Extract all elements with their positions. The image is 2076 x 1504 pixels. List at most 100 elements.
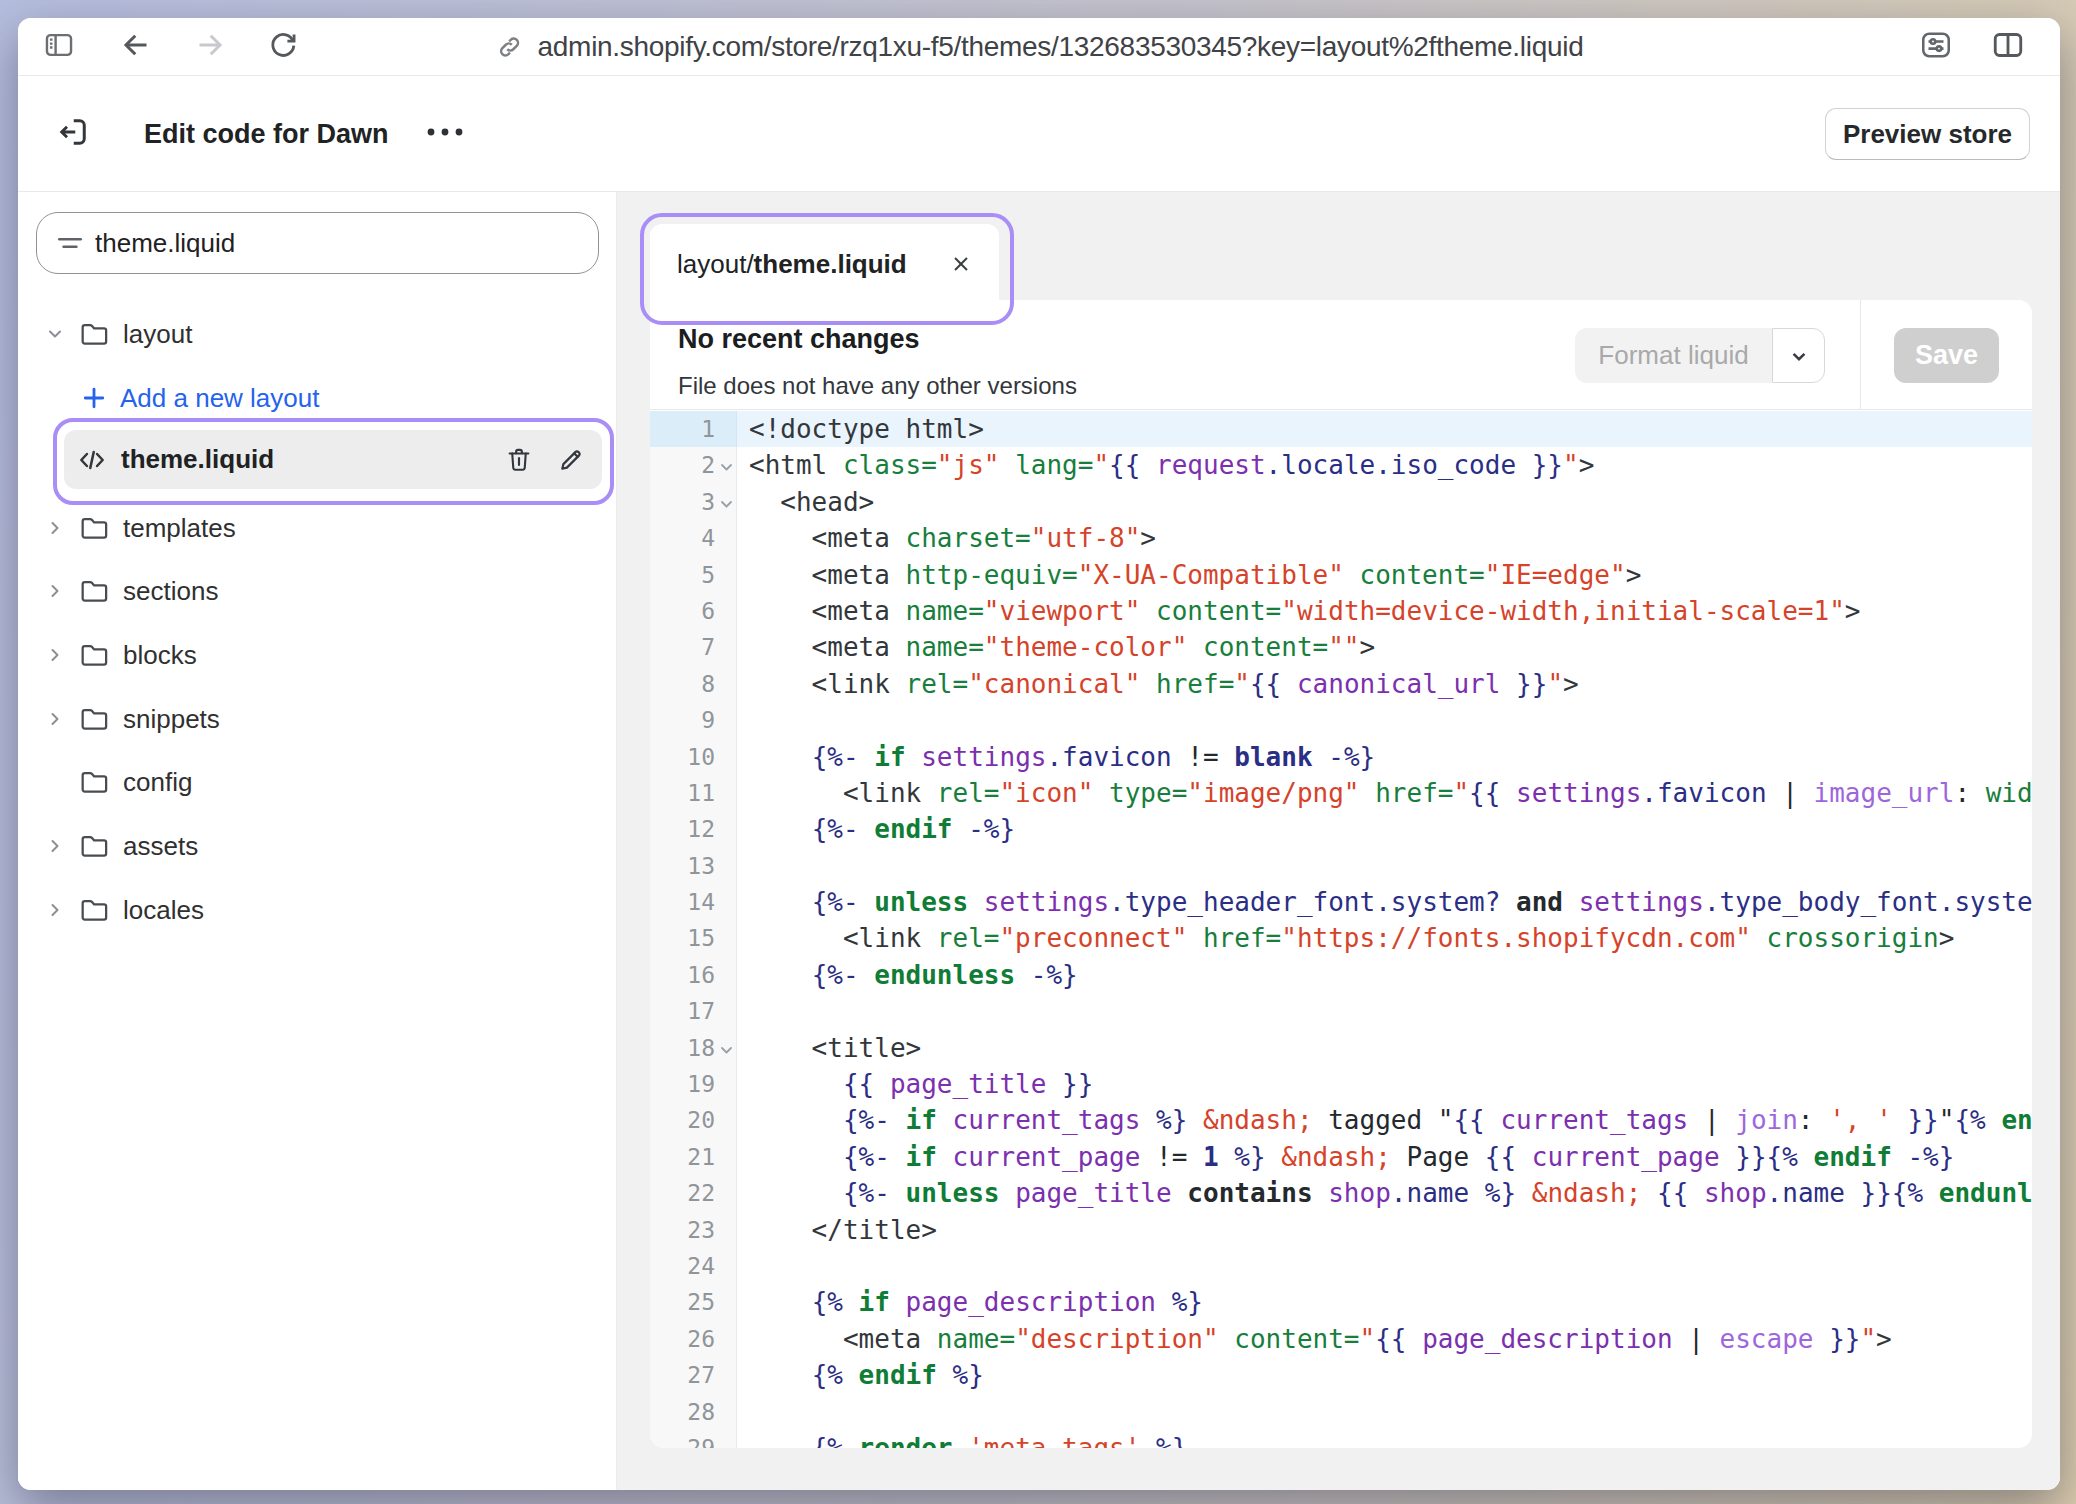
line-number: 9	[650, 702, 715, 738]
line-content: <link rel="preconnect" href="https://fon…	[749, 920, 2032, 956]
code-line[interactable]: 8 <link rel="canonical" href="{{ canonic…	[650, 666, 2032, 702]
code-line[interactable]: 18 <title>	[650, 1030, 2032, 1066]
tab-close-icon[interactable]	[948, 251, 974, 277]
delete-icon[interactable]	[504, 445, 534, 475]
code-line[interactable]: 6 <meta name="viewport" content="width=d…	[650, 593, 2032, 629]
chevron-right-icon[interactable]	[45, 709, 65, 729]
code-line[interactable]: 13	[650, 848, 2032, 884]
line-content: <meta name="description" content="{{ pag…	[749, 1321, 2032, 1357]
code-line[interactable]: 3 <head>	[650, 484, 2032, 520]
back-icon[interactable]	[118, 27, 154, 67]
sidebar-item-templates[interactable]: templates	[18, 506, 616, 550]
fold-toggle-icon[interactable]	[718, 495, 735, 514]
editor-area: layout/theme.liquid No recent changes Fi…	[617, 192, 2060, 1490]
chevron-right-icon[interactable]	[45, 645, 65, 665]
reload-icon[interactable]	[266, 28, 300, 66]
code-editor[interactable]: 1<!doctype html>2 <html class="js" lang="…	[650, 411, 2032, 1448]
line-content: <title>	[749, 1030, 2032, 1066]
code-line[interactable]: 7 <meta name="theme-color" content="">	[650, 629, 2032, 665]
code-line[interactable]: 24	[650, 1248, 2032, 1284]
sidebar-item-assets[interactable]: assets	[18, 824, 616, 868]
sidebar-item-snippets[interactable]: snippets	[18, 697, 616, 741]
code-line[interactable]: 23 </title>	[650, 1212, 2032, 1248]
chevron-down-icon[interactable]	[45, 324, 65, 344]
sidebar-toggle-icon[interactable]	[42, 28, 76, 66]
file-label: theme.liquid	[121, 444, 274, 475]
code-line[interactable]: 9	[650, 702, 2032, 738]
exit-icon[interactable]	[55, 114, 91, 154]
preview-store-button[interactable]: Preview store	[1825, 108, 2030, 160]
line-content: <html class="js" lang="{{ request.locale…	[749, 447, 2032, 483]
sidebar-item-add-layout[interactable]: Add a new layout	[18, 376, 616, 420]
save-button[interactable]: Save	[1894, 328, 1999, 383]
code-line[interactable]: 12 {%- endif -%}	[650, 811, 2032, 847]
code-line[interactable]: 26 <meta name="description" content="{{ …	[650, 1321, 2032, 1357]
chevron-right-icon[interactable]	[45, 581, 65, 601]
code-line[interactable]: 1<!doctype html>	[650, 411, 2032, 447]
line-number: 12	[650, 811, 715, 847]
sidebar-item-locales[interactable]: locales	[18, 888, 616, 932]
sidebar-item-sections[interactable]: sections	[18, 569, 616, 613]
line-content: <!doctype html>	[749, 411, 2032, 447]
add-layout-label: Add a new layout	[120, 383, 319, 414]
code-line[interactable]: 14 {%- unless settings.type_header_font.…	[650, 884, 2032, 920]
folder-label: locales	[123, 895, 204, 926]
code-line[interactable]: 27 {% endif %}	[650, 1357, 2032, 1393]
chevron-right-icon[interactable]	[45, 518, 65, 538]
split-view-icon[interactable]	[1990, 27, 2026, 67]
code-line[interactable]: 16 {%- endunless -%}	[650, 957, 2032, 993]
code-line[interactable]: 15 <link rel="preconnect" href="https://…	[650, 920, 2032, 956]
code-line[interactable]: 22 {%- unless page_title contains shop.n…	[650, 1175, 2032, 1211]
format-liquid-button[interactable]: Format liquid	[1575, 328, 1825, 383]
sidebar-item-layout[interactable]: layout	[18, 312, 616, 356]
code-line[interactable]: 19 {{ page_title }}	[650, 1066, 2032, 1102]
sidebar-item-blocks[interactable]: blocks	[18, 633, 616, 677]
line-content: {%- if current_tags %} &ndash; tagged "{…	[749, 1102, 2032, 1138]
code-line[interactable]: 28	[650, 1394, 2032, 1430]
line-content: <meta http-equiv="X-UA-Compatible" conte…	[749, 557, 2032, 593]
sidebar-item-config[interactable]: config	[18, 760, 616, 804]
line-content: <meta name="theme-color" content="">	[749, 629, 2032, 665]
fold-toggle-icon[interactable]	[718, 458, 735, 477]
line-number: 3	[650, 484, 715, 520]
browser-toolbar: admin.shopify.com/store/rzq1xu-f5/themes…	[18, 18, 2060, 76]
chevron-right-icon[interactable]	[45, 836, 65, 856]
line-number: 18	[650, 1030, 715, 1066]
status-title: No recent changes	[678, 324, 920, 355]
code-line[interactable]: 17	[650, 993, 2032, 1029]
line-content: </title>	[749, 1212, 2032, 1248]
code-line[interactable]: 5 <meta http-equiv="X-UA-Compatible" con…	[650, 557, 2032, 593]
editor-panel: No recent changes File does not have any…	[650, 300, 2032, 1448]
folder-label: config	[123, 767, 192, 798]
line-number: 5	[650, 557, 715, 593]
line-number: 27	[650, 1357, 715, 1393]
code-line[interactable]: 25 {% if page_description %}	[650, 1284, 2032, 1320]
code-line[interactable]: 29 {% render 'meta-tags' %}	[650, 1430, 2032, 1448]
sidebar-item-theme-liquid[interactable]: theme.liquid	[64, 430, 602, 489]
browser-settings-icon[interactable]	[1918, 27, 1954, 67]
format-dropdown-button[interactable]	[1772, 328, 1825, 383]
code-line[interactable]: 10 {%- if settings.favicon != blank -%}	[650, 739, 2032, 775]
code-line[interactable]: 4 <meta charset="utf-8">	[650, 520, 2032, 556]
tab-theme-liquid[interactable]: layout/theme.liquid	[650, 224, 999, 304]
code-line[interactable]: 2 <html class="js" lang="{{ request.local…	[650, 447, 2032, 483]
fold-toggle-icon[interactable]	[718, 1041, 735, 1060]
line-number: 17	[650, 993, 715, 1029]
line-content: {{ page_title }}	[749, 1066, 2032, 1102]
folder-label: sections	[123, 576, 218, 607]
url-text[interactable]: admin.shopify.com/store/rzq1xu-f5/themes…	[538, 31, 1584, 63]
line-number: 2	[650, 447, 715, 483]
folder-icon	[78, 318, 110, 350]
chevron-spacer	[45, 772, 65, 792]
overflow-menu-icon[interactable]	[424, 125, 466, 143]
format-liquid-label[interactable]: Format liquid	[1575, 328, 1772, 383]
forward-icon[interactable]	[192, 27, 228, 67]
code-line[interactable]: 11 <link rel="icon" type="image/png" hre…	[650, 775, 2032, 811]
edit-icon[interactable]	[556, 445, 586, 475]
code-line[interactable]: 21 {%- if current_page != 1 %} &ndash; P…	[650, 1139, 2032, 1175]
chevron-right-icon[interactable]	[45, 900, 65, 920]
page-title: Edit code for Dawn	[144, 118, 389, 149]
line-number: 21	[650, 1139, 715, 1175]
code-line[interactable]: 20 {%- if current_tags %} &ndash; tagged…	[650, 1102, 2032, 1138]
search-input[interactable]: theme.liquid	[36, 212, 599, 274]
